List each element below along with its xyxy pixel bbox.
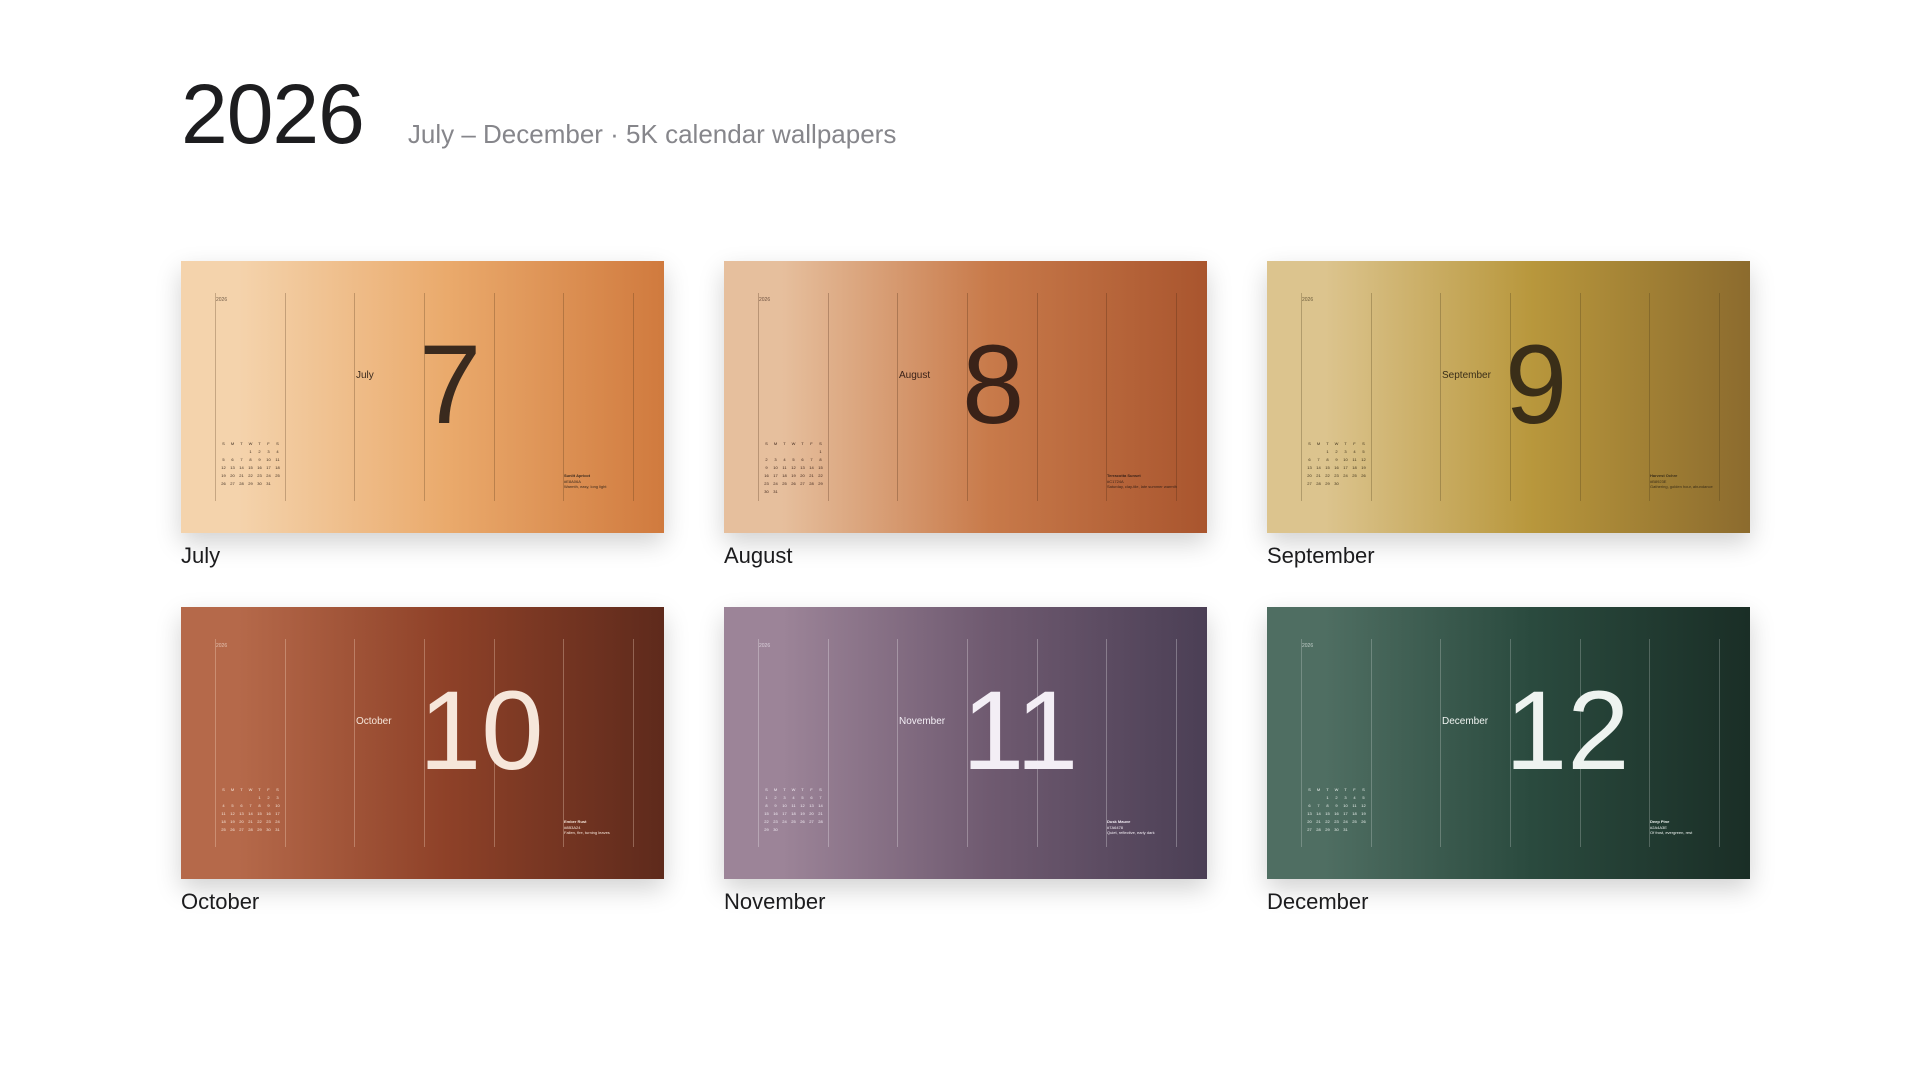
wallpaper-preview[interactable]: 2026 August 8 S M T W T F S 1 2 3 4 5 6 7 8 9 10 11 12 13 14… <box>724 261 1207 533</box>
color-note: Fallen, fire, turning leaves <box>564 830 610 835</box>
color-note: Saturday, clay-tile, late summer warmth <box>1107 484 1177 489</box>
preview-month-name: August <box>899 370 931 381</box>
page-title-year: 2026 <box>181 67 365 161</box>
preview-month-number: 10 <box>419 668 544 793</box>
preview-year: 2026 <box>216 643 228 649</box>
preview-month-name: December <box>1442 716 1489 727</box>
color-info: Deep Pine #2A4A3E Of frost, evergreen, r… <box>1650 819 1692 836</box>
wallpaper-card[interactable]: 2026 October 10 S M T W T F S 1 2 3 4 5 6 7 8 9 10 11 12 13… <box>181 607 664 915</box>
wallpaper-label[interactable]: July <box>181 543 664 569</box>
color-info: Harvest Ochre #B8923E Gathering, golden … <box>1650 473 1713 490</box>
color-note: Of frost, evergreen, rest <box>1650 830 1693 835</box>
wallpaper-preview[interactable]: 2026 December 12 S M T W T F S 1 2 3 4 5 6 7 8 9 10 11 12 1… <box>1267 607 1750 879</box>
wallpaper-preview[interactable]: 2026 July 7 S M T W T F S 1 2 3 4 5 6 7 8 9 10 11 12 13 14 15… <box>181 261 664 533</box>
color-info: Ember Rust #8B3A24 Fallen, fire, turning… <box>564 819 610 836</box>
preview-month-number: 8 <box>962 322 1025 447</box>
preview-month-name: November <box>899 716 946 727</box>
wallpaper-card[interactable]: 2026 August 8 S M T W T F S 1 2 3 4 5 6 7 8 9 10 11 12 13 14… <box>724 261 1207 569</box>
wallpaper-label[interactable]: August <box>724 543 1207 569</box>
wallpaper-label[interactable]: December <box>1267 889 1750 915</box>
preview-month-name: October <box>356 716 392 727</box>
wallpaper-preview[interactable]: 2026 November 11 S M T W T F S 1 2 3 4 5 6 7 8 9 10 11 12 1… <box>724 607 1207 879</box>
preview-month-number: 12 <box>1505 668 1630 793</box>
mini-calendar: S M T W T F S 1 2 3 4 5 6 7 8 9 10 11 12 13 14 15 16 17 18 19 20 21… <box>764 441 823 494</box>
color-note: Quiet, reflective, early dark <box>1107 830 1155 835</box>
color-note: Gathering, golden hour, abundance <box>1650 484 1713 489</box>
preview-month-number: 9 <box>1505 322 1568 447</box>
wallpaper-label[interactable]: September <box>1267 543 1750 569</box>
preview-year: 2026 <box>759 643 771 649</box>
color-info: Terracotta Sunset #C1724A Saturday, clay… <box>1107 473 1177 490</box>
wallpaper-card[interactable]: 2026 November 11 S M T W T F S 1 2 3 4 5 6 7 8 9 10 11 12 1… <box>724 607 1207 915</box>
color-info: Dusk Mauve #7A6478 Quiet, reflective, ea… <box>1107 819 1155 836</box>
page-subtitle: July – December · 5K calendar wallpapers <box>407 119 897 149</box>
wallpaper-preview[interactable]: 2026 October 10 S M T W T F S 1 2 3 4 5 6 7 8 9 10 11 12 13… <box>181 607 664 879</box>
mini-calendar: S M T W T F S 1 2 3 4 5 6 7 8 9 10 11 12 13 14 15 16 17 18 19 20 21… <box>1307 787 1366 832</box>
mini-calendar: S M T W T F S 1 2 3 4 5 6 7 8 9 10 11 12 13 14 15 16 17 18 19 20 21… <box>221 787 280 832</box>
mini-calendar: S M T W T F S 1 2 3 4 5 6 7 8 9 10 11 12 13 14 15 16 17 18 19 20 21… <box>1307 441 1366 486</box>
wallpaper-grid: 2026 July 7 S M T W T F S 1 2 3 4 5 6 7 8 9 10 11 12 13 14 15… <box>181 261 1750 915</box>
wallpaper-card[interactable]: 2026 September 9 S M T W T F S 1 2 3 4 5 6 7 8 9 10 11 12 1… <box>1267 261 1750 569</box>
preview-month-name: July <box>356 370 374 381</box>
wallpaper-card[interactable]: 2026 July 7 S M T W T F S 1 2 3 4 5 6 7 8 9 10 11 12 13 14 15… <box>181 261 664 569</box>
preview-year: 2026 <box>1302 643 1314 649</box>
page-header: 2026 July – December · 5K calendar wallp… <box>181 72 896 156</box>
color-note: Warmth, easy, long light <box>564 484 607 489</box>
preview-year: 2026 <box>759 297 771 303</box>
wallpaper-card[interactable]: 2026 December 12 S M T W T F S 1 2 3 4 5 6 7 8 9 10 11 12 1… <box>1267 607 1750 915</box>
mini-calendar: S M T W T F S 1 2 3 4 5 6 7 8 9 10 11 12 13 14 15 16 17 18 19 20 21… <box>764 787 823 832</box>
color-info: Sunlit Apricot #E8A06A Warmth, easy, lon… <box>564 473 606 490</box>
mini-calendar: S M T W T F S 1 2 3 4 5 6 7 8 9 10 11 12 13 14 15 16 17 18 19 20 21… <box>221 441 280 486</box>
wallpaper-label[interactable]: October <box>181 889 664 915</box>
preview-year: 2026 <box>216 297 228 303</box>
preview-year: 2026 <box>1302 297 1314 303</box>
wallpaper-label[interactable]: November <box>724 889 1207 915</box>
preview-month-name: September <box>1442 370 1491 381</box>
preview-month-number: 11 <box>962 668 1079 793</box>
preview-month-number: 7 <box>419 322 482 447</box>
wallpaper-preview[interactable]: 2026 September 9 S M T W T F S 1 2 3 4 5 6 7 8 9 10 11 12 1… <box>1267 261 1750 533</box>
